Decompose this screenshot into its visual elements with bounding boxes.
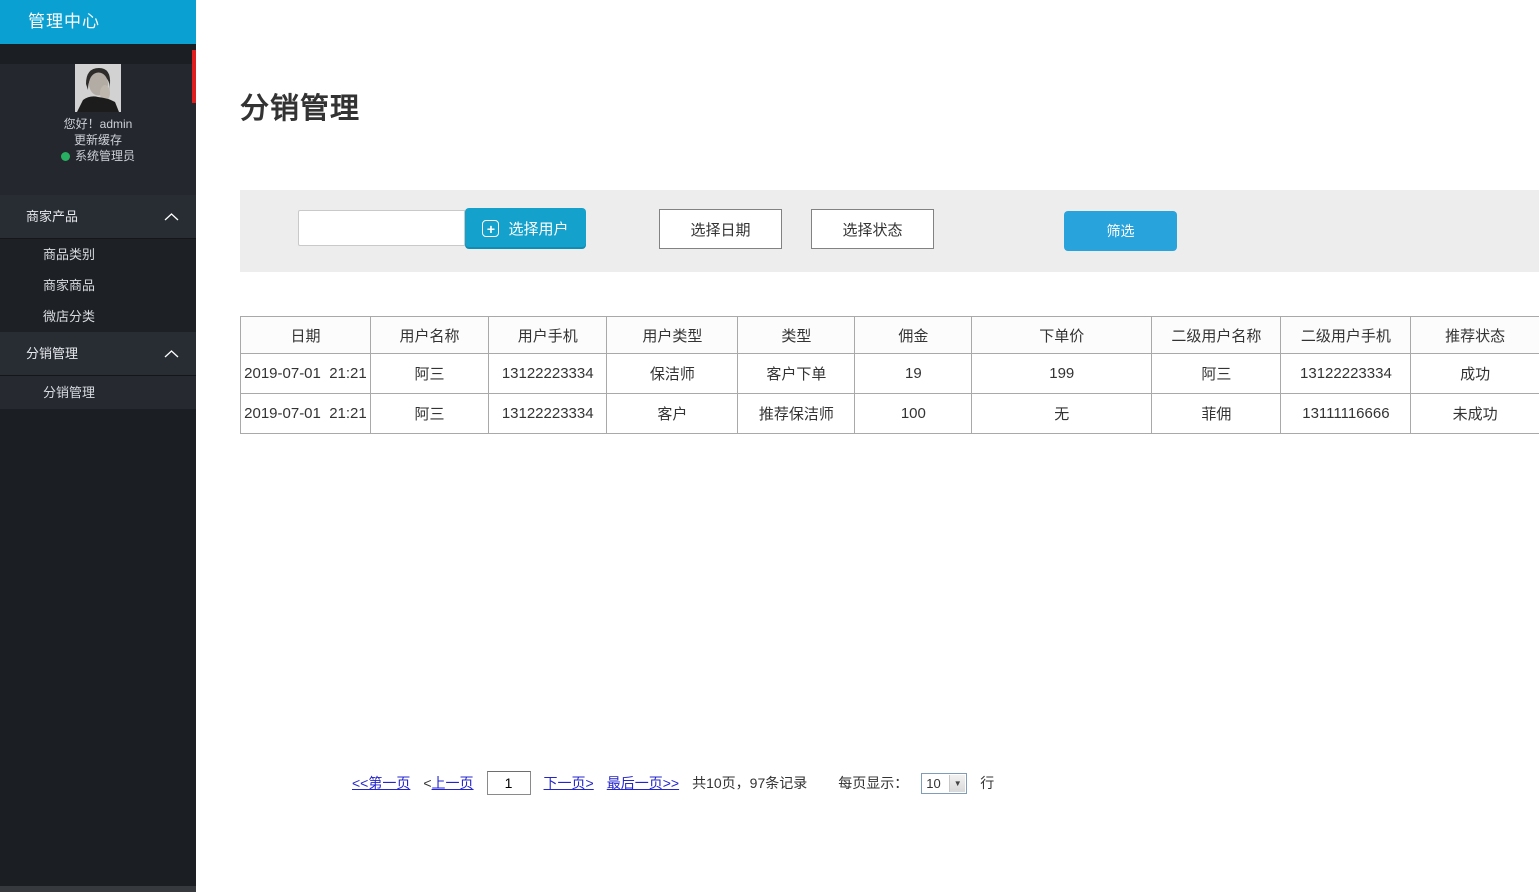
col-sub-user-name: 二级用户名称 xyxy=(1152,317,1281,354)
cell-order-price: 无 xyxy=(972,394,1152,434)
cell-date: 2019-07-01 21:21 xyxy=(241,394,371,434)
prev-arrow: < xyxy=(423,775,431,791)
user-role: 系统管理员 xyxy=(75,148,135,164)
cell-commission: 100 xyxy=(855,394,972,434)
cell-order-price: 199 xyxy=(972,354,1152,394)
sidebar-horizontal-scrollbar[interactable] xyxy=(0,886,196,892)
cell-referral-status: 未成功 xyxy=(1411,394,1539,434)
page-title: 分销管理 xyxy=(240,85,360,127)
col-commission: 佣金 xyxy=(855,317,972,354)
cell-sub-user-phone: 13122223334 xyxy=(1281,354,1411,394)
cell-commission: 19 xyxy=(855,354,972,394)
prev-page-link[interactable]: 上一页 xyxy=(432,775,474,791)
refresh-cache-link[interactable]: 更新缓存 xyxy=(0,132,196,148)
rows-unit-label: 行 xyxy=(980,773,994,793)
sidebar-group-label: 商家产品 xyxy=(26,209,78,224)
col-referral-status: 推荐状态 xyxy=(1411,317,1539,354)
cell-user-name: 阿三 xyxy=(370,394,488,434)
cell-referral-status: 成功 xyxy=(1411,354,1539,394)
select-user-label: 选择用户 xyxy=(508,218,568,239)
cell-user-phone: 13122223334 xyxy=(489,394,607,434)
table-header-row: 日期 用户名称 用户手机 用户类型 类型 佣金 下单价 二级用户名称 二级用户手… xyxy=(241,317,1539,354)
table-row: 2019-07-01 21:21 阿三 13122223334 客户 推荐保洁师… xyxy=(241,394,1539,434)
sidebar-group-label: 分销管理 xyxy=(26,346,78,361)
cell-sub-user-name: 阿三 xyxy=(1152,354,1281,394)
user-panel: 您好！admin 更新缓存 系统管理员 xyxy=(0,64,196,195)
submenu-distribution: 分销管理 xyxy=(0,376,196,409)
select-date-button[interactable]: 选择日期 xyxy=(659,209,782,249)
col-type: 类型 xyxy=(738,317,855,354)
select-user-button[interactable]: + 选择用户 xyxy=(465,208,586,249)
cell-date: 2019-07-01 21:21 xyxy=(241,354,371,394)
user-search-input[interactable] xyxy=(298,210,465,246)
online-status-icon xyxy=(61,152,70,161)
submenu-merchant-products: 商品类别 商家商品 微店分类 xyxy=(0,239,196,332)
sidebar-item-merchant-goods[interactable]: 商家商品 xyxy=(0,270,196,301)
sidebar: 管理中心 您好！admin 更新缓存 系统管理员 商家产品 商品类别 商家商品 … xyxy=(0,0,196,892)
col-user-name: 用户名称 xyxy=(370,317,488,354)
cell-user-phone: 13122223334 xyxy=(489,354,607,394)
cell-user-type: 保洁师 xyxy=(607,354,738,394)
cell-type: 推荐保洁师 xyxy=(738,394,855,434)
cell-sub-user-phone: 13111116666 xyxy=(1281,394,1411,434)
plus-icon: + xyxy=(482,220,499,237)
sidebar-item-product-category[interactable]: 商品类别 xyxy=(0,239,196,270)
chevron-up-icon xyxy=(164,213,179,221)
pagination-bar: <<第一页 <上一页 下一页> 最后一页>> 共10页，97条记录 每页显示： … xyxy=(352,770,994,796)
page-number-input[interactable] xyxy=(487,771,531,795)
cell-type: 客户下单 xyxy=(738,354,855,394)
record-summary: 共10页，97条记录 xyxy=(692,773,807,793)
select-dropdown-icon[interactable]: ▼ xyxy=(949,775,965,792)
filter-submit-button[interactable]: 筛选 xyxy=(1064,211,1177,251)
user-avatar xyxy=(75,64,121,112)
cell-user-name: 阿三 xyxy=(370,354,488,394)
select-status-button[interactable]: 选择状态 xyxy=(811,209,934,249)
col-sub-user-phone: 二级用户手机 xyxy=(1281,317,1411,354)
filter-bar: + 选择用户 选择日期 选择状态 筛选 xyxy=(240,190,1539,272)
last-page-link[interactable]: 最后一页>> xyxy=(607,773,679,793)
sidebar-group-merchant-products[interactable]: 商家产品 xyxy=(0,195,196,239)
col-user-phone: 用户手机 xyxy=(489,317,607,354)
sidebar-scrollbar-thumb[interactable] xyxy=(192,50,196,103)
distribution-table: 日期 用户名称 用户手机 用户类型 类型 佣金 下单价 二级用户名称 二级用户手… xyxy=(240,316,1539,434)
next-page-link[interactable]: 下一页> xyxy=(544,773,594,793)
chevron-up-icon xyxy=(164,350,179,358)
sidebar-item-distribution-management[interactable]: 分销管理 xyxy=(0,376,196,409)
first-page-link[interactable]: <<第一页 xyxy=(352,773,410,793)
user-role-row: 系统管理员 xyxy=(0,148,196,164)
per-page-select[interactable]: 10 ▼ xyxy=(921,773,967,794)
table-row: 2019-07-01 21:21 阿三 13122223334 保洁师 客户下单… xyxy=(241,354,1539,394)
col-user-type: 用户类型 xyxy=(607,317,738,354)
cell-sub-user-name: 菲佣 xyxy=(1152,394,1281,434)
per-page-value: 10 xyxy=(926,776,940,791)
col-date: 日期 xyxy=(241,317,371,354)
per-page-label: 每页显示： xyxy=(838,773,908,793)
user-greeting: 您好！admin xyxy=(0,116,196,132)
col-order-price: 下单价 xyxy=(972,317,1152,354)
sidebar-group-distribution[interactable]: 分销管理 xyxy=(0,332,196,376)
prev-page-group: <上一页 xyxy=(423,773,473,793)
app-title: 管理中心 xyxy=(0,0,196,44)
cell-user-type: 客户 xyxy=(607,394,738,434)
sidebar-item-microstore-category[interactable]: 微店分类 xyxy=(0,301,196,332)
